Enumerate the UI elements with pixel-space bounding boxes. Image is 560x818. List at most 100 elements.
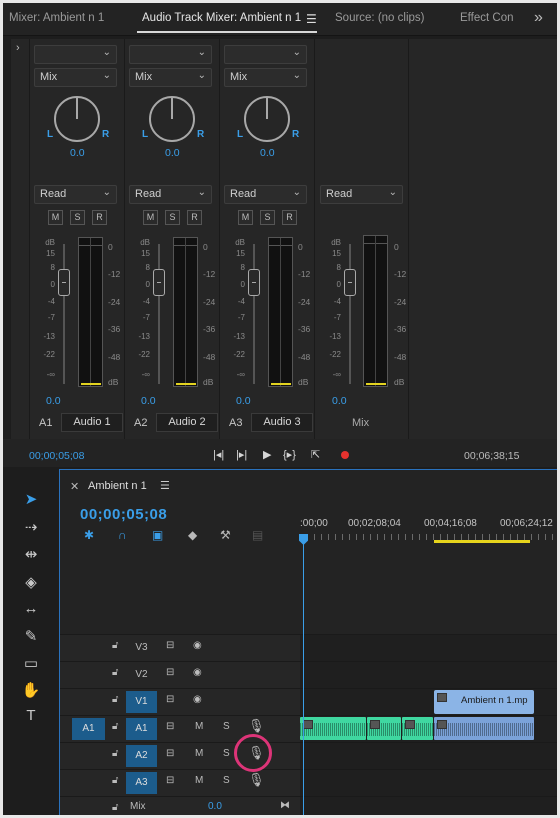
linked-selection-icon[interactable]: ▣: [152, 528, 163, 542]
rectangle-tool-icon[interactable]: ▭: [21, 654, 41, 672]
record-enable-button-3[interactable]: R: [282, 210, 297, 225]
go-to-out-icon[interactable]: |▸|: [236, 448, 247, 461]
hamburger-icon[interactable]: ☰: [160, 479, 170, 492]
sync-lock-icon[interactable]: ⊟: [166, 640, 174, 651]
play-icon[interactable]: ▶: [263, 448, 271, 461]
lock-icon[interactable]: 🔓︎: [112, 667, 118, 678]
sequence-tab[interactable]: Ambient n 1: [88, 480, 147, 492]
track-select-tool-icon[interactable]: ⇢: [21, 518, 41, 536]
microphone-icon[interactable]: 🎙︎: [248, 772, 265, 788]
razor-tool-icon[interactable]: ◈: [21, 573, 41, 591]
solo-track-button[interactable]: S: [223, 721, 230, 732]
volume-value-master[interactable]: 0.0: [332, 395, 347, 407]
lock-icon[interactable]: 🔓︎: [112, 721, 118, 732]
snap-magnet-icon[interactable]: ∩: [118, 528, 127, 542]
nest-sequence-icon[interactable]: ✱: [84, 528, 94, 542]
lock-icon[interactable]: 🔓︎: [112, 775, 118, 786]
current-timecode[interactable]: 00;00;05;08: [29, 450, 84, 462]
pan-mode-select-1[interactable]: Mix ⌄: [34, 68, 117, 87]
volume-fader-1[interactable]: [58, 269, 70, 296]
video-clip[interactable]: Ambient n 1.mp: [434, 690, 534, 714]
audio-clip[interactable]: [367, 717, 401, 740]
mix-volume-value[interactable]: 0.0: [208, 801, 222, 812]
pan-knob-2[interactable]: [149, 96, 195, 142]
go-to-in-icon[interactable]: |◂|: [213, 448, 224, 461]
lock-icon[interactable]: 🔓︎: [112, 802, 118, 813]
track-target-a2[interactable]: A2: [126, 745, 157, 767]
type-tool-icon[interactable]: T: [21, 707, 41, 724]
audio-clip[interactable]: [402, 717, 433, 740]
close-icon[interactable]: ✕: [70, 480, 79, 493]
eye-icon[interactable]: ◉: [193, 694, 202, 705]
playhead-timecode[interactable]: 00;00;05;08: [80, 506, 167, 523]
hand-tool-icon[interactable]: ✋: [21, 681, 41, 699]
track-target-a3[interactable]: A3: [126, 772, 157, 794]
audio-clip[interactable]: [300, 717, 366, 740]
record-button[interactable]: [341, 451, 349, 459]
automation-select-1[interactable]: Read ⌄: [34, 185, 117, 204]
volume-value-2[interactable]: 0.0: [141, 395, 156, 407]
mute-button-1[interactable]: M: [48, 210, 63, 225]
sync-lock-icon[interactable]: ⊟: [166, 775, 174, 786]
solo-track-button[interactable]: S: [223, 775, 230, 786]
record-enable-button-1[interactable]: R: [92, 210, 107, 225]
effect-insert-select-3[interactable]: ⌄: [224, 45, 307, 64]
volume-fader-3[interactable]: [248, 269, 260, 296]
mute-track-button[interactable]: M: [195, 775, 203, 786]
loop-icon[interactable]: ⇱: [311, 448, 320, 461]
automation-select-master[interactable]: Read ⌄: [320, 185, 403, 204]
audio-clip[interactable]: [434, 717, 534, 740]
work-area-bar[interactable]: [434, 540, 530, 543]
mute-track-button[interactable]: M: [195, 721, 203, 732]
lock-icon[interactable]: 🔓︎: [112, 748, 118, 759]
record-enable-button-2[interactable]: R: [187, 210, 202, 225]
pan-value-2[interactable]: 0.0: [165, 147, 180, 159]
sync-lock-icon[interactable]: ⊟: [166, 748, 174, 759]
pan-mode-select-2[interactable]: Mix ⌄: [129, 68, 212, 87]
sync-lock-icon[interactable]: ⊟: [166, 667, 174, 678]
tab-effect-controls[interactable]: Effect Con: [460, 12, 514, 24]
effect-insert-select-1[interactable]: ⌄: [34, 45, 117, 64]
wrench-icon[interactable]: ⚒: [220, 528, 231, 542]
pan-mode-select-3[interactable]: Mix ⌄: [224, 68, 307, 87]
go-to-end-icon[interactable]: ⧓: [280, 800, 290, 811]
eye-icon[interactable]: ◉: [193, 640, 202, 651]
volume-fader-2[interactable]: [153, 269, 165, 296]
captions-icon[interactable]: ▤: [252, 528, 263, 542]
time-ruler[interactable]: :00;00 00;02;08;04 00;04;16;08 00;06;24;…: [300, 512, 557, 544]
volume-value-1[interactable]: 0.0: [46, 395, 61, 407]
play-in-to-out-icon[interactable]: {▸}: [283, 448, 296, 461]
solo-button-3[interactable]: S: [260, 210, 275, 225]
track-target-v2[interactable]: V2: [126, 664, 157, 686]
mute-track-button[interactable]: M: [195, 748, 203, 759]
pen-tool-icon[interactable]: ✎: [21, 627, 41, 645]
expand-effects-icon[interactable]: ›: [16, 42, 20, 54]
eye-icon[interactable]: ◉: [193, 667, 202, 678]
effect-insert-select-2[interactable]: ⌄: [129, 45, 212, 64]
add-marker-icon[interactable]: ◆: [188, 528, 197, 542]
ripple-edit-tool-icon[interactable]: ⇹: [21, 545, 41, 563]
lock-icon[interactable]: 🔓︎: [112, 640, 118, 651]
lock-icon[interactable]: 🔓︎: [112, 694, 118, 705]
pan-knob-1[interactable]: [54, 96, 100, 142]
track-target-v1[interactable]: V1: [126, 691, 157, 713]
solo-track-button[interactable]: S: [223, 748, 230, 759]
solo-button-1[interactable]: S: [70, 210, 85, 225]
volume-fader-master[interactable]: [344, 269, 356, 296]
pan-knob-3[interactable]: [244, 96, 290, 142]
automation-select-2[interactable]: Read ⌄: [129, 185, 212, 204]
tab-audio-track-mixer[interactable]: Audio Track Mixer: Ambient n 1: [142, 12, 301, 24]
pan-value-3[interactable]: 0.0: [260, 147, 275, 159]
hamburger-icon[interactable]: ☰: [306, 12, 317, 26]
microphone-icon[interactable]: 🎙︎: [248, 718, 265, 734]
volume-value-3[interactable]: 0.0: [236, 395, 251, 407]
track-target-v3[interactable]: V3: [126, 637, 157, 659]
selection-tool-icon[interactable]: ➤: [21, 490, 41, 508]
tab-clip-mixer[interactable]: Mixer: Ambient n 1: [9, 12, 104, 24]
pan-value-1[interactable]: 0.0: [70, 147, 85, 159]
sync-lock-icon[interactable]: ⊟: [166, 694, 174, 705]
mute-button-3[interactable]: M: [238, 210, 253, 225]
slip-tool-icon[interactable]: ↔: [21, 600, 41, 617]
overflow-chevron-icon[interactable]: »: [534, 9, 543, 27]
track-target-a1[interactable]: A1: [126, 718, 157, 740]
